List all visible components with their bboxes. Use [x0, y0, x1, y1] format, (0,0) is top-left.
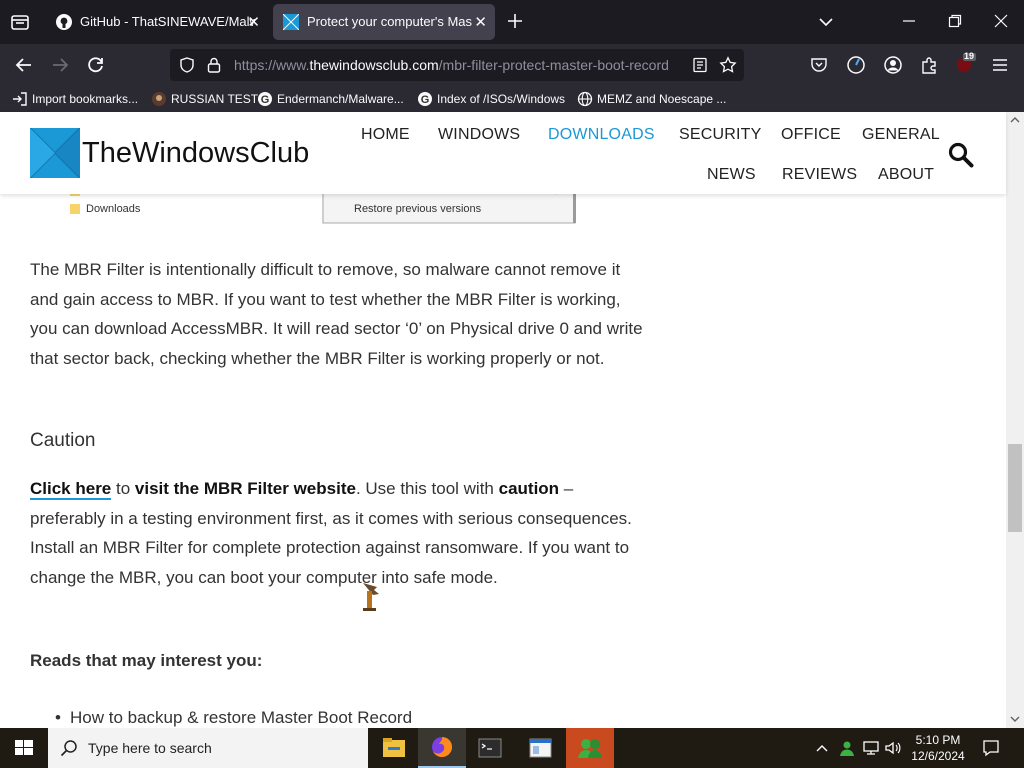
site-header: TheWindowsClub HOME WINDOWS DOWNLOADS SE… [0, 112, 1006, 194]
search-icon[interactable] [948, 142, 974, 168]
nav-home[interactable]: HOME [361, 126, 410, 144]
text: . Use this tool with [355, 479, 499, 498]
nav-downloads[interactable]: DOWNLOADS [548, 126, 655, 144]
minimize-icon[interactable] [902, 14, 916, 28]
volume-icon[interactable] [884, 739, 902, 757]
bookmark-label: Import bookmarks... [32, 92, 139, 106]
site-icon [151, 91, 167, 107]
network-icon[interactable] [862, 739, 880, 757]
cursor-icon [357, 581, 383, 613]
article-paragraph: The MBR Filter is intentionally difficul… [30, 260, 643, 368]
taskbar-search-box[interactable]: Type here to search [48, 728, 368, 768]
nav-reviews[interactable]: REVIEWS [782, 166, 857, 184]
nav-news[interactable]: NEWS [707, 166, 756, 184]
url-path: /mbr-filter-protect-master-boot-record [438, 57, 669, 73]
import-icon [12, 91, 28, 107]
messenger-icon[interactable] [566, 728, 614, 768]
new-tab-icon[interactable] [506, 12, 524, 30]
screenshot-menu-item: Restore previous versions [354, 203, 482, 215]
page-scrollbar[interactable] [1006, 112, 1024, 728]
app-window-icon[interactable] [516, 728, 564, 768]
search-placeholder: Type here to search [88, 740, 212, 756]
scroll-up-icon[interactable] [1010, 116, 1020, 124]
tab-list-icon[interactable] [10, 12, 30, 32]
bold-text: visit the MBR Filter website [134, 479, 356, 498]
tab-title: GitHub - ThatSINEWAVE/Malware [80, 14, 255, 29]
firefox-icon[interactable] [418, 728, 466, 768]
search-icon [60, 739, 78, 757]
pocket-icon[interactable] [810, 56, 828, 74]
menu-icon[interactable] [991, 57, 1009, 73]
url-domain: thewindowsclub.com [309, 57, 439, 73]
github-icon [56, 14, 72, 30]
close-icon[interactable]: ✕ [474, 13, 487, 31]
ublock-icon[interactable]: 19 [954, 51, 976, 75]
scroll-thumb[interactable] [1008, 444, 1022, 532]
address-bar[interactable]: https://www.thewindowsclub.com/mbr-filte… [170, 49, 744, 81]
navigation-toolbar: https://www.thewindowsclub.com/mbr-filte… [0, 44, 1024, 86]
reload-icon[interactable] [86, 55, 106, 75]
system-clock[interactable]: 5:10 PM 12/6/2024 [906, 732, 970, 764]
windows-logo-icon [283, 14, 299, 30]
extension-badge: 19 [964, 51, 975, 61]
bold-text: caution [498, 479, 560, 498]
nav-office[interactable]: OFFICE [781, 126, 841, 144]
bookmark-star-icon[interactable] [719, 56, 737, 74]
related-article-link[interactable]: How to backup & restore Master Boot Reco… [55, 708, 412, 728]
bookmarks-toolbar: Import bookmarks... RUSSIAN TEST G Ender… [0, 86, 1024, 112]
bookmark-label: RUSSIAN TEST [171, 92, 259, 106]
tab-thewindowsclub[interactable]: Protect your computer's Master Boot Reco… [273, 4, 495, 40]
bookmark-label: MEMZ and Noescape ... [597, 92, 727, 106]
start-button[interactable] [0, 728, 48, 768]
nav-security[interactable]: SECURITY [679, 126, 762, 144]
click-here-link[interactable]: Click here [30, 479, 112, 500]
notification-center-icon[interactable] [982, 739, 1000, 757]
svg-text:G: G [261, 94, 270, 106]
terminal-icon[interactable] [466, 728, 514, 768]
nav-general[interactable]: GENERAL [862, 126, 940, 144]
text: to [111, 479, 135, 498]
screenshot-folder-label: Downloads [86, 203, 141, 215]
people-tray-icon[interactable] [838, 739, 856, 757]
page-content: Downloads Share with Restore previous ve… [0, 112, 1006, 728]
lock-icon[interactable] [207, 57, 221, 73]
clock-date: 12/6/2024 [911, 749, 965, 763]
shield-icon[interactable] [179, 57, 195, 73]
reader-view-icon[interactable] [692, 57, 708, 73]
nav-windows[interactable]: WINDOWS [438, 126, 520, 144]
tab-github[interactable]: GitHub - ThatSINEWAVE/Malware ✕ [46, 4, 268, 40]
url-text[interactable]: https://www.thewindowsclub.com/mbr-filte… [234, 57, 669, 73]
bookmark-label: Index of /ISOs/Windows [437, 92, 566, 106]
window-close-icon[interactable] [994, 14, 1008, 28]
tab-title: Protect your computer's Master Boot Reco… [307, 14, 472, 29]
google-icon: G [257, 91, 273, 107]
google-icon: G [417, 91, 433, 107]
timer-extension-icon[interactable] [846, 55, 866, 75]
scroll-down-icon[interactable] [1010, 715, 1020, 723]
bookmark-label: Endermanch/Malware... [277, 92, 404, 106]
svg-text:G: G [421, 94, 430, 106]
tab-strip: GitHub - ThatSINEWAVE/Malware ✕ Protect … [0, 0, 1024, 44]
show-hidden-icons-icon[interactable] [815, 742, 829, 754]
site-logo-text[interactable]: TheWindowsClub [82, 137, 309, 170]
account-icon[interactable] [883, 55, 903, 75]
nav-about[interactable]: ABOUT [878, 166, 934, 184]
url-prefix: https://www. [234, 57, 310, 73]
reads-heading: Reads that may interest you: [30, 651, 263, 670]
forward-icon[interactable] [50, 55, 70, 75]
caution-paragraph: Click here to visit the MBR Filter websi… [30, 474, 650, 592]
back-icon[interactable] [14, 55, 34, 75]
extensions-icon[interactable] [919, 55, 939, 75]
section-heading: Caution [30, 430, 96, 451]
windows-taskbar: Type here to search 5:10 PM 12/6/2024 [0, 728, 1024, 768]
close-icon[interactable]: ✕ [247, 13, 260, 31]
globe-icon [577, 91, 593, 107]
file-explorer-icon[interactable] [370, 728, 418, 768]
clock-time: 5:10 PM [915, 733, 961, 747]
site-logo-icon[interactable] [30, 128, 80, 178]
restore-icon[interactable] [948, 14, 962, 28]
chevron-down-icon[interactable] [818, 14, 834, 30]
